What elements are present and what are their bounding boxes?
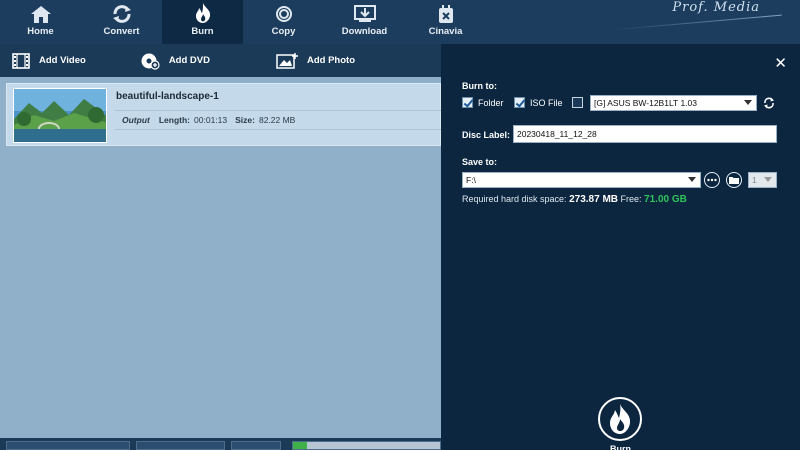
aspect-select[interactable] xyxy=(231,441,281,450)
disc-label-label: Disc Label: xyxy=(462,130,511,140)
add-photo-label: Add Photo xyxy=(306,55,355,66)
output-label[interactable]: Output xyxy=(122,115,150,125)
folder-label: Folder xyxy=(478,98,504,108)
size-value: 82.22 MB xyxy=(258,115,296,125)
cinavia-icon xyxy=(438,5,453,23)
top-nav: Home Convert Burn Copy Download Cinavia … xyxy=(0,0,800,44)
add-photo-icon xyxy=(276,52,298,69)
disk-space-info: Required hard disk space: 273.87 MB Free… xyxy=(462,194,687,205)
nav-home[interactable]: Home xyxy=(0,0,81,44)
video-list: beautiful-landscape-1 Output Length: 00:… xyxy=(0,77,442,438)
copies-select[interactable]: 1 xyxy=(748,172,777,188)
chevron-down-icon xyxy=(764,177,772,182)
size-label: Size: xyxy=(235,115,255,125)
disc-copy-icon xyxy=(275,6,292,22)
convert-icon xyxy=(112,5,131,23)
video-thumbnail xyxy=(13,88,107,143)
open-folder-button[interactable] xyxy=(726,172,742,188)
close-icon[interactable]: ✕ xyxy=(774,56,787,71)
iso-label: ISO File xyxy=(530,98,563,108)
burn-settings-panel: ✕ Burn to: Folder ISO File [G] ASUS BW-1… xyxy=(441,44,800,450)
download-icon xyxy=(353,5,376,22)
drive-select-value: [G] ASUS BW-12B1LT 1.03 xyxy=(594,98,697,108)
refresh-icon[interactable] xyxy=(763,97,775,109)
length-label: Length: xyxy=(158,115,191,125)
brand-underline xyxy=(612,14,782,31)
brand-logo: Prof. Media xyxy=(672,0,760,15)
nav-burn-label: Burn xyxy=(191,26,214,37)
free-value: 71.00 GB xyxy=(644,194,687,205)
burn-to-label: Burn to: xyxy=(462,81,497,91)
capacity-bar xyxy=(292,441,441,450)
chevron-down-icon xyxy=(744,100,752,105)
nav-home-label: Home xyxy=(27,26,54,37)
browse-button[interactable] xyxy=(704,172,720,188)
flame-icon xyxy=(610,404,631,434)
burn-button[interactable] xyxy=(598,397,642,441)
chevron-down-icon xyxy=(688,177,696,182)
add-video-label: Add Video xyxy=(39,55,86,66)
free-label: Free: xyxy=(620,194,642,204)
film-icon xyxy=(12,52,30,69)
quality-select[interactable] xyxy=(136,441,225,450)
space-label: Required hard disk space: xyxy=(462,194,567,204)
length-value: 00:01:13 xyxy=(194,115,228,125)
list-item[interactable]: beautiful-landscape-1 Output Length: 00:… xyxy=(6,83,442,146)
nav-download-label: Download xyxy=(341,26,388,37)
nav-cinavia[interactable]: Cinavia xyxy=(405,0,486,44)
nav-copy-label: Copy xyxy=(271,26,296,37)
video-meta: Output Length: 00:01:13 Size: 82.22 MB xyxy=(115,110,442,130)
bottom-bar xyxy=(0,438,441,450)
space-value: 273.87 MB xyxy=(569,194,618,205)
add-photo-button[interactable]: Add Photo xyxy=(276,44,355,77)
disc-label-input[interactable]: 20230418_11_12_28 xyxy=(513,125,777,143)
add-disc-icon xyxy=(141,53,160,70)
video-title: beautiful-landscape-1 xyxy=(116,91,219,102)
burn-button-label: Burn xyxy=(610,444,631,450)
nav-burn[interactable]: Burn xyxy=(162,0,243,44)
home-icon xyxy=(30,6,51,23)
add-dvd-button[interactable]: Add DVD xyxy=(140,44,210,77)
folder-icon xyxy=(729,177,739,184)
save-to-label: Save to: xyxy=(462,157,498,167)
folder-checkbox[interactable] xyxy=(462,97,473,108)
add-dvd-label: Add DVD xyxy=(168,55,210,66)
save-to-select[interactable]: F:\ xyxy=(462,172,701,188)
drive-select[interactable]: [G] ASUS BW-12B1LT 1.03 xyxy=(590,95,757,111)
more-icon xyxy=(707,178,717,182)
flame-icon xyxy=(195,3,210,23)
disc-type-select[interactable] xyxy=(6,441,130,450)
save-to-value: F:\ xyxy=(466,175,476,185)
nav-convert[interactable]: Convert xyxy=(81,0,162,44)
nav-copy[interactable]: Copy xyxy=(243,0,324,44)
disc-label-value: 20230418_11_12_28 xyxy=(517,129,597,139)
nav-convert-label: Convert xyxy=(103,26,140,37)
nav-cinavia-label: Cinavia xyxy=(428,26,463,37)
capacity-fill xyxy=(293,442,307,449)
add-video-button[interactable]: Add Video xyxy=(12,44,86,77)
drive-checkbox[interactable] xyxy=(572,97,583,108)
toolbar: Add Video Add DVD Add Photo xyxy=(0,44,441,77)
iso-checkbox[interactable] xyxy=(514,97,525,108)
copies-value: 1 xyxy=(752,175,757,185)
nav-download[interactable]: Download xyxy=(324,0,405,44)
